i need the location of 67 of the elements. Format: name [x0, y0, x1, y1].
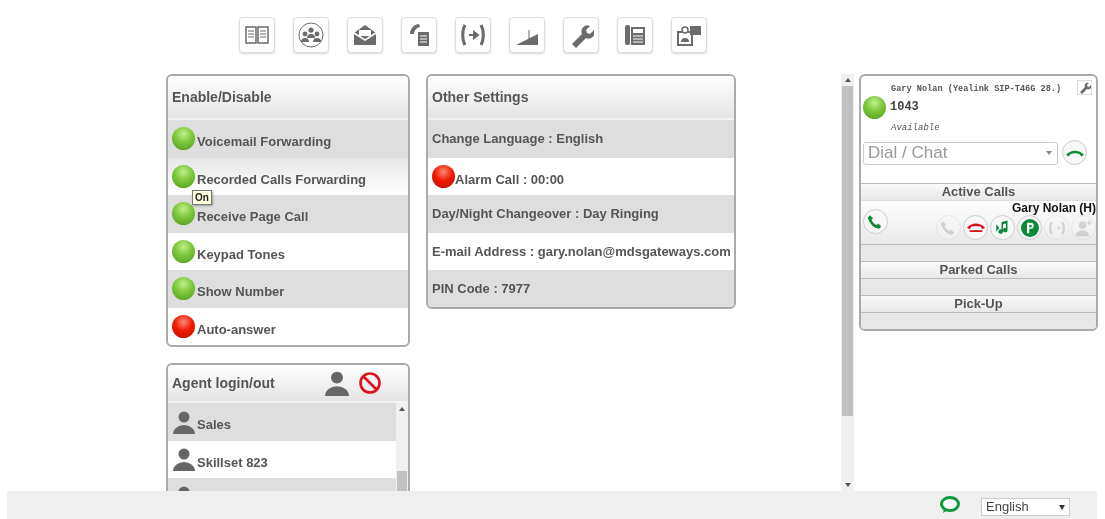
setting-label: E-mail Address : gary.nolan@mdsgateways.com	[432, 242, 731, 261]
on-status-dot[interactable]	[172, 164, 195, 188]
toolbar-button[interactable]	[455, 17, 491, 53]
phone-handset-icon	[1065, 148, 1084, 157]
people-icon	[298, 22, 324, 48]
envelope-icon	[352, 22, 378, 48]
setting-label: Show Number	[197, 283, 285, 301]
section-header: Parked Calls	[861, 261, 1096, 279]
panel-title: Other Settings	[432, 87, 529, 107]
toolbar-button[interactable]	[563, 17, 599, 53]
hang-up-button[interactable]	[963, 215, 988, 241]
call-transfer-icon	[460, 22, 486, 48]
agent-group-item[interactable]: Sales	[168, 403, 396, 441]
answer-call-button[interactable]	[863, 209, 888, 235]
language-select[interactable]: English	[981, 498, 1070, 516]
park-button[interactable]	[1017, 215, 1042, 241]
setting-label: Auto-answer	[197, 320, 276, 339]
toolbar-button[interactable]	[401, 17, 437, 53]
toolbar-button[interactable]	[239, 17, 275, 53]
toolbar-button[interactable]	[671, 17, 707, 53]
scrollbar[interactable]	[396, 403, 408, 491]
person-icon	[172, 447, 196, 472]
setting-label: Voicemail Forwarding	[197, 133, 332, 151]
tooltip: On	[192, 189, 212, 205]
off-status-dot[interactable]	[432, 164, 455, 188]
scrollbar[interactable]	[841, 74, 854, 491]
presence-status: Available	[889, 121, 941, 135]
setting-label: Keypad Tones	[197, 245, 285, 264]
desk-phone-icon	[622, 22, 648, 48]
setting-label: Receive Page Call	[197, 208, 309, 226]
on-status-dot[interactable]	[172, 202, 195, 226]
extension-number: 1043	[890, 99, 919, 117]
setting-label: Day/Night Changeover : Day Ringing	[432, 205, 659, 223]
setting-label: Alarm Call : 00:00	[455, 170, 565, 189]
chat-icon[interactable]	[940, 496, 960, 514]
on-status-dot[interactable]	[172, 277, 195, 301]
toolbar-button[interactable]	[617, 17, 653, 53]
on-status-dot[interactable]	[172, 127, 195, 151]
wrench-icon	[1078, 81, 1091, 94]
person-icon	[172, 409, 196, 434]
settings-button[interactable]	[1077, 80, 1092, 95]
agent-group-item[interactable]: Skillset 823	[168, 440, 396, 478]
setting-label: Change Language : English	[432, 130, 604, 148]
on-status-dot[interactable]	[172, 239, 195, 263]
login-button[interactable]	[324, 370, 350, 396]
off-status-dot[interactable]	[172, 314, 195, 338]
caller-name: Gary Nolan (H)	[1012, 201, 1096, 216]
prohibited-icon	[358, 371, 382, 395]
logout-button[interactable]	[358, 371, 382, 395]
toolbar-button[interactable]	[293, 17, 329, 53]
toolbar-button[interactable]	[347, 17, 383, 53]
call-button[interactable]	[1062, 140, 1087, 166]
hold-music-button[interactable]	[990, 215, 1015, 241]
parking-icon	[1020, 218, 1039, 237]
panel-title: Enable/Disable	[172, 87, 272, 107]
toolbar-button[interactable]	[509, 17, 545, 53]
section-header: Pick-Up	[861, 295, 1096, 313]
panel-title: Agent login/out	[172, 373, 275, 393]
dropdown-caret-icon	[1046, 151, 1052, 156]
device-name: Gary Nolan (Yealink SIP-T46G 28.)	[891, 83, 1062, 96]
section-header: Active Calls	[861, 183, 1096, 201]
person-add-icon	[1074, 218, 1093, 237]
person-icon	[324, 370, 350, 396]
setting-label: PIN Code : 7977	[432, 279, 531, 298]
setting-label: Recorded Calls Forwarding	[197, 170, 367, 189]
dial-chat-field[interactable]: Dial / Chat	[863, 141, 1058, 165]
phone-handset-icon	[966, 223, 985, 233]
